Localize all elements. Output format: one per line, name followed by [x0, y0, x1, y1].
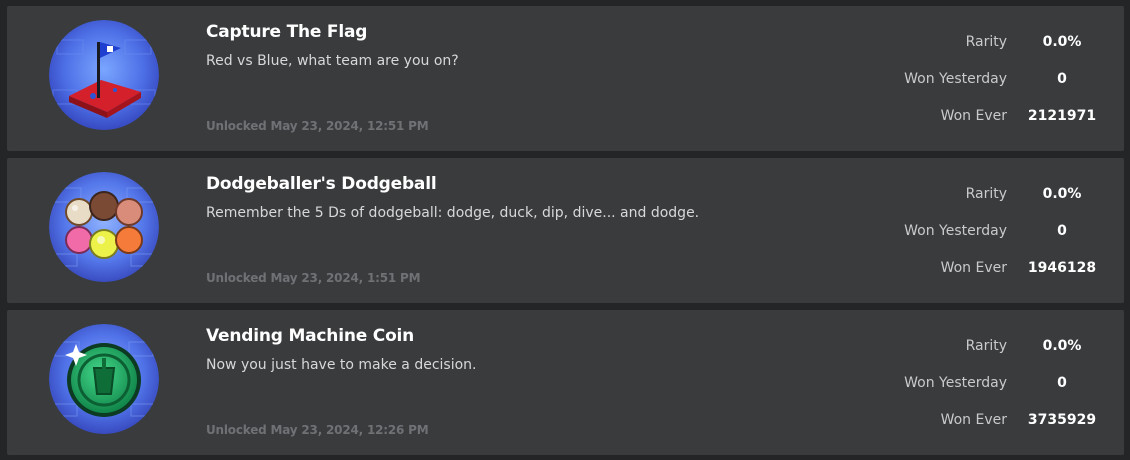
badge-description: Now you just have to make a decision. [206, 357, 477, 373]
rarity-value: 0.0% [1042, 34, 1082, 50]
badge-title: Dodgeballer's Dodgeball [206, 174, 437, 194]
badge-card[interactable]: Vending Machine Coin Now you just have t… [7, 310, 1124, 455]
rarity-value: 0.0% [1042, 186, 1082, 202]
won-yesterday-value: 0 [1057, 375, 1067, 391]
badge-unlocked-date: Unlocked May 23, 2024, 12:51 PM [206, 119, 429, 133]
won-ever-value: 1946128 [1027, 260, 1097, 276]
won-yesterday-value: 0 [1057, 223, 1067, 239]
won-ever-label: Won Ever [940, 412, 1007, 428]
badge-description: Red vs Blue, what team are you on? [206, 53, 459, 69]
dodgeballs-icon[interactable] [49, 172, 159, 282]
won-yesterday-label: Won Yesterday [904, 375, 1007, 391]
won-ever-value: 3735929 [1027, 412, 1097, 428]
rarity-label: Rarity [965, 186, 1007, 202]
won-ever-label: Won Ever [940, 260, 1007, 276]
flag-icon[interactable] [49, 20, 159, 130]
vending-coin-icon[interactable] [49, 324, 159, 434]
rarity-label: Rarity [965, 34, 1007, 50]
won-ever-value: 2121971 [1027, 108, 1097, 124]
won-yesterday-label: Won Yesterday [904, 223, 1007, 239]
badge-description: Remember the 5 Ds of dodgeball: dodge, d… [206, 205, 700, 221]
rarity-value: 0.0% [1042, 338, 1082, 354]
badge-card[interactable]: Capture The Flag Red vs Blue, what team … [7, 6, 1124, 151]
won-yesterday-label: Won Yesterday [904, 71, 1007, 87]
badge-list: Capture The Flag Red vs Blue, what team … [0, 0, 1130, 460]
badge-unlocked-date: Unlocked May 23, 2024, 12:26 PM [206, 423, 429, 437]
badge-card[interactable]: Dodgeballer's Dodgeball Remember the 5 D… [7, 158, 1124, 303]
won-ever-label: Won Ever [940, 108, 1007, 124]
badge-title: Capture The Flag [206, 22, 368, 42]
rarity-label: Rarity [965, 338, 1007, 354]
won-yesterday-value: 0 [1057, 71, 1067, 87]
badge-unlocked-date: Unlocked May 23, 2024, 1:51 PM [206, 271, 421, 285]
badge-title: Vending Machine Coin [206, 326, 415, 346]
